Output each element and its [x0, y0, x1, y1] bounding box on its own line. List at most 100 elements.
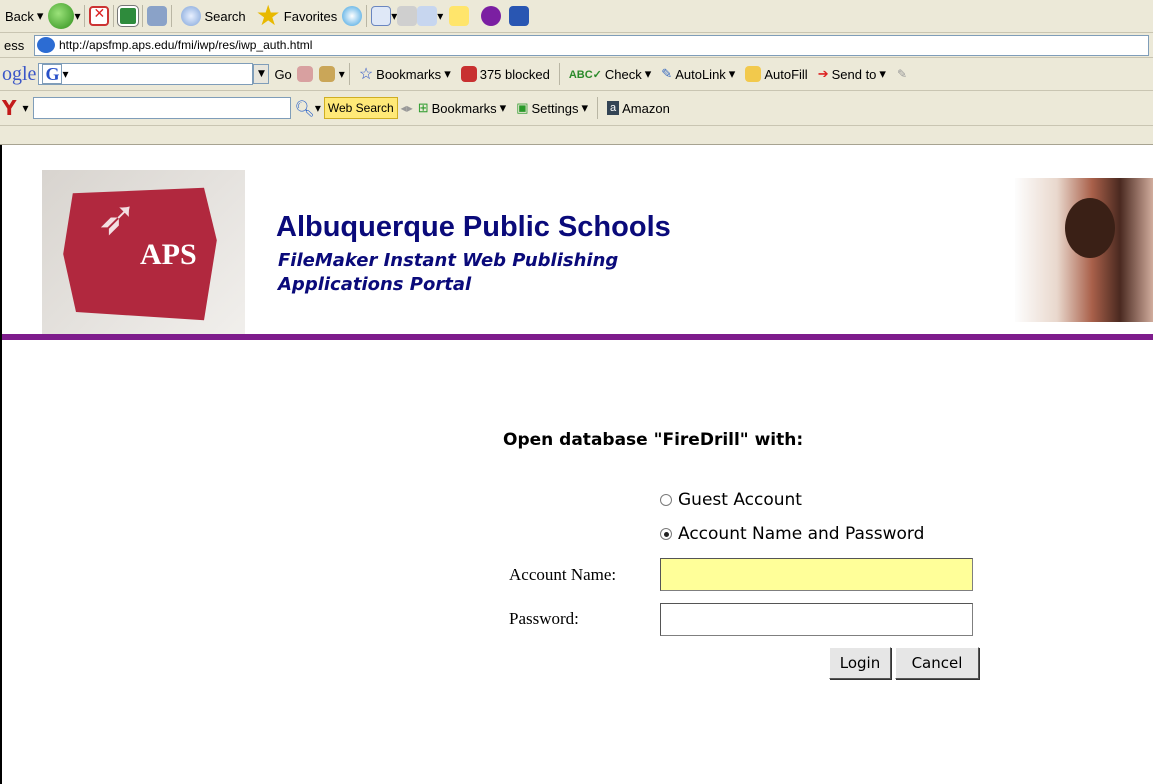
spellcheck-button[interactable]: ABC✓ Check ▾ — [564, 62, 656, 86]
history-icon[interactable] — [342, 6, 363, 26]
cancel-button[interactable]: Cancel — [895, 647, 979, 679]
guest-account-option[interactable]: Guest Account — [660, 490, 802, 510]
header-photo — [1015, 178, 1153, 322]
back-button[interactable]: Back ▾ — [0, 4, 48, 28]
separator — [366, 5, 368, 27]
header-divider — [2, 334, 1153, 340]
search-label: Search — [204, 8, 246, 24]
settings-icon: ▣ — [516, 100, 529, 115]
autolink-button[interactable]: ✎ AutoLink ▾ — [656, 62, 740, 86]
pagerank-icon[interactable] — [318, 66, 335, 82]
yahoo-bookmarks-label: Bookmarks — [431, 100, 497, 116]
home-icon[interactable] — [147, 6, 168, 26]
autofill-icon — [745, 66, 762, 82]
google-go-button[interactable]: Go — [269, 62, 296, 86]
favorites-button[interactable]: ★ Favorites — [251, 2, 343, 30]
research-icon[interactable] — [509, 6, 530, 26]
google-bookmarks-button[interactable]: ☆ Bookmarks ▾ — [354, 62, 456, 86]
google-g-icon[interactable]: G — [42, 64, 63, 84]
google-toolbar: ogle G ▾ ▼ Go ▾ ☆ Bookmarks ▾ 375 blocked A… — [0, 58, 1153, 91]
yahoo-y-icon[interactable]: Y — [0, 96, 16, 120]
news-icon[interactable] — [296, 66, 313, 82]
account-name-field[interactable] — [660, 558, 973, 591]
autolink-icon: ✎ — [661, 66, 673, 81]
account-radio[interactable] — [660, 528, 672, 540]
separator: ◂▸ — [400, 101, 413, 115]
account-password-option[interactable]: Account Name and Password — [660, 524, 924, 544]
yahoo-dropdown-icon[interactable]: ▾ — [22, 101, 28, 115]
amazon-button[interactable]: a Amazon — [602, 96, 675, 120]
search-dropdown-icon[interactable]: ▾ — [315, 101, 321, 115]
search-button[interactable]: Search — [176, 4, 250, 28]
browser-chrome: Back ▾ ▾ Search ★Favorites ▾ ▾ ess http:… — [0, 0, 1153, 145]
search-icon — [181, 6, 202, 26]
google-logo: ogle — [2, 62, 37, 85]
google-search-dropdown-icon[interactable]: ▼ — [253, 64, 270, 84]
forward-icon[interactable] — [48, 3, 75, 29]
edit-dropdown-icon[interactable]: ▾ — [437, 9, 443, 23]
aps-logo: ➶ APS — [42, 170, 245, 334]
address-input[interactable]: http://apsfmp.aps.edu/fmi/iwp/res/iwp_au… — [34, 34, 1149, 56]
standard-toolbar: Back ▾ ▾ Search ★Favorites ▾ ▾ — [0, 0, 1153, 33]
ie-page-icon — [37, 37, 55, 53]
account-label: Account Name and Password — [678, 524, 925, 544]
popup-blocked-icon — [460, 66, 477, 82]
go-label: Go — [274, 66, 292, 82]
guest-label: Guest Account — [678, 490, 802, 510]
autofill-button[interactable]: AutoFill — [740, 62, 812, 86]
login-button[interactable]: Login — [829, 647, 891, 679]
password-label: Password: — [509, 609, 579, 628]
back-label: Back — [5, 8, 34, 24]
bookmarks-plus-icon: ⊞ — [417, 100, 429, 115]
search-magnifier-icon[interactable]: 🔍︎ — [295, 99, 315, 118]
google-g-dropdown-icon[interactable]: ▾ — [62, 67, 68, 81]
page-subtitle: FileMaker Instant Web Publishing Applica… — [278, 249, 618, 297]
autolink-label: AutoLink — [675, 66, 726, 82]
bookmarks-label: Bookmarks — [376, 66, 442, 82]
send-to-button[interactable]: ➔ Send to ▾ — [813, 62, 891, 86]
separator — [558, 63, 560, 85]
account-name-label: Account Name: — [509, 565, 617, 584]
settings-label: Settings — [531, 100, 579, 116]
check-label: Check — [604, 66, 642, 82]
google-search-input[interactable]: G ▾ — [38, 63, 254, 85]
popup-blocker-button[interactable]: 375 blocked — [456, 62, 555, 86]
guest-radio[interactable] — [660, 494, 672, 506]
yahoo-icon[interactable] — [481, 6, 502, 26]
pagerank-dropdown-icon[interactable]: ▾ — [339, 67, 345, 81]
sendto-label: Send to — [831, 66, 877, 82]
pencil-icon[interactable]: ✎ — [897, 67, 907, 81]
amazon-icon: a — [607, 101, 620, 115]
separator — [171, 5, 173, 27]
address-label: ess — [4, 37, 25, 53]
refresh-icon[interactable] — [117, 5, 140, 27]
password-field[interactable] — [660, 603, 973, 636]
separator — [348, 63, 350, 85]
separator — [84, 5, 86, 27]
login-heading: Open database "FireDrill" with: — [503, 430, 804, 450]
address-bar: ess http://apsfmp.aps.edu/fmi/iwp/res/iw… — [0, 33, 1153, 58]
separator — [142, 5, 144, 27]
send-to-icon: ➔ — [817, 66, 829, 81]
roadrunner-icon: ➶ — [97, 190, 138, 246]
web-search-button[interactable]: Web Search — [323, 97, 398, 119]
page-title: Albuquerque Public Schools — [276, 211, 671, 243]
yahoo-toolbar: Y ▾ 🔍︎ ▾ Web Search ◂▸ ⊞ Bookmarks ▾ ▣ Sett… — [0, 91, 1153, 126]
settings-button[interactable]: ▣ Settings ▾ — [511, 96, 593, 120]
favorites-label: Favorites — [283, 8, 338, 24]
subtitle-line-2: Applications Portal — [278, 274, 472, 295]
separator — [113, 5, 115, 27]
stop-icon[interactable] — [89, 6, 110, 26]
mail-icon[interactable] — [371, 6, 392, 26]
page-content: ➶ APS Albuquerque Public Schools FileMak… — [0, 145, 1153, 784]
autofill-label: AutoFill — [764, 66, 808, 82]
edit-icon[interactable] — [417, 6, 438, 26]
spellcheck-icon: ABC✓ — [568, 68, 602, 81]
print-icon[interactable] — [397, 6, 418, 26]
note-icon[interactable] — [449, 6, 470, 26]
yahoo-search-input[interactable] — [32, 97, 291, 119]
bookmark-star-icon: ☆ — [358, 66, 374, 83]
separator — [597, 97, 598, 119]
yahoo-bookmarks-button[interactable]: ⊞ Bookmarks ▾ — [413, 96, 511, 120]
forward-dropdown-icon[interactable]: ▾ — [74, 9, 80, 23]
